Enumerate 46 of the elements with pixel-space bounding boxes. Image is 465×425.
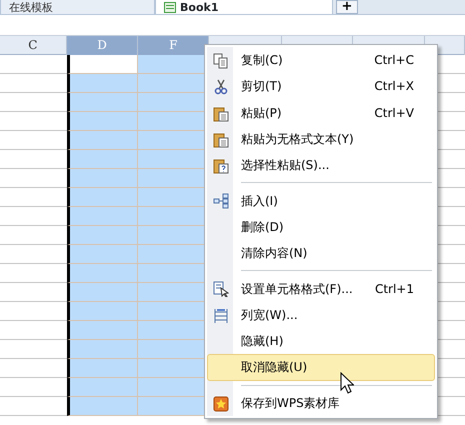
grid-cell[interactable]: [66, 264, 138, 283]
column-width-icon: [213, 308, 229, 324]
menu-item[interactable]: 保存到WPS素材库: [207, 390, 435, 416]
grid-cell[interactable]: [66, 226, 138, 245]
menu-item[interactable]: 删除(D): [207, 214, 435, 240]
grid-cell[interactable]: [66, 55, 138, 74]
menu-item[interactable]: 设置单元格格式(F)... Ctrl+1: [207, 275, 435, 302]
clipboard-icon: [213, 106, 229, 122]
format-cells-icon: [213, 281, 229, 298]
menu-item[interactable]: 选择性粘贴(S)...: [207, 152, 435, 178]
star-box-icon: [213, 396, 229, 412]
menu-item[interactable]: 插入(I): [207, 187, 435, 214]
grid-cell[interactable]: [66, 112, 138, 131]
menu-item[interactable]: 粘贴为无格式文本(Y): [207, 126, 435, 152]
insert-icon: [213, 193, 229, 210]
grid-cell[interactable]: [66, 188, 138, 207]
grid-cell[interactable]: [66, 378, 138, 397]
grid-cell[interactable]: [66, 207, 138, 226]
document-tab[interactable]: Book1: [155, 0, 333, 14]
menu-item[interactable]: 取消隐藏(U): [207, 354, 435, 381]
grid-cell[interactable]: [66, 397, 138, 416]
menu-item[interactable]: 隐藏(H): [207, 328, 435, 354]
spreadsheet-icon: [164, 2, 176, 12]
clipboard-icon: [213, 132, 229, 148]
grid-cell[interactable]: [66, 169, 138, 188]
menu-item[interactable]: 复制(C) Ctrl+C: [207, 47, 435, 74]
copy-icon: [213, 53, 229, 69]
mouse-pointer-icon: [340, 372, 354, 394]
document-tab[interactable]: 在线模板: [0, 0, 155, 14]
clipboard-question-icon: [213, 158, 229, 174]
grid-cell[interactable]: [66, 245, 138, 264]
grid-cell[interactable]: [66, 340, 138, 359]
grid-cell[interactable]: [66, 93, 138, 112]
menu-item[interactable]: 清除内容(N): [207, 240, 435, 266]
menu-item[interactable]: 剪切(T) Ctrl+X: [207, 73, 435, 100]
grid-cell[interactable]: [66, 150, 138, 169]
grid-cell[interactable]: [66, 359, 138, 378]
grid-cell[interactable]: [66, 283, 138, 302]
menu-item[interactable]: 粘贴(P) Ctrl+V: [207, 100, 435, 126]
new-tab-button[interactable]: +: [336, 0, 358, 14]
scissors-icon: [213, 79, 229, 96]
grid-cell[interactable]: [66, 131, 138, 150]
menu-item[interactable]: 列宽(W)...: [207, 302, 435, 328]
grid-cell[interactable]: [66, 321, 138, 340]
grid-cell[interactable]: [66, 74, 138, 93]
grid-cell[interactable]: [66, 302, 138, 321]
